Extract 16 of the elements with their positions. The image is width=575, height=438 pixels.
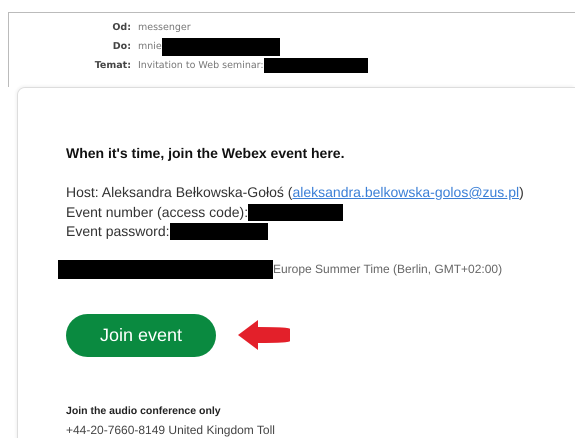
field-label: Od:	[111, 22, 131, 33]
arrow-icon	[238, 320, 291, 350]
event-password-label: Event password:	[66, 222, 170, 241]
invite-heading: When it's time, join the Webex event here.	[66, 145, 346, 161]
field-value: messenger	[138, 22, 191, 33]
phone-number: +44-20-7660-8149 United Kingdom Toll	[66, 422, 276, 436]
host-line: Host: Aleksandra Bełkowska-Gołoś (aleksandra.belkowska-golos@zus.pl)	[66, 183, 575, 202]
join-event-button[interactable]: Join event	[66, 314, 216, 356]
field-label: Do:	[112, 41, 131, 52]
field-label: Temat:	[94, 60, 131, 71]
timezone-text: Europe Summer Time (Berlin, GMT+02:00)	[273, 262, 502, 276]
audio-heading: Join the audio conference only	[66, 404, 222, 416]
event-number-label: Event number (access code):	[66, 202, 248, 222]
email-link[interactable]: aleksandra.belkowska-golos@zus.pl	[292, 183, 520, 202]
field-value: Invitation to Web seminar:	[138, 60, 264, 71]
field-value: mnie	[138, 41, 162, 52]
